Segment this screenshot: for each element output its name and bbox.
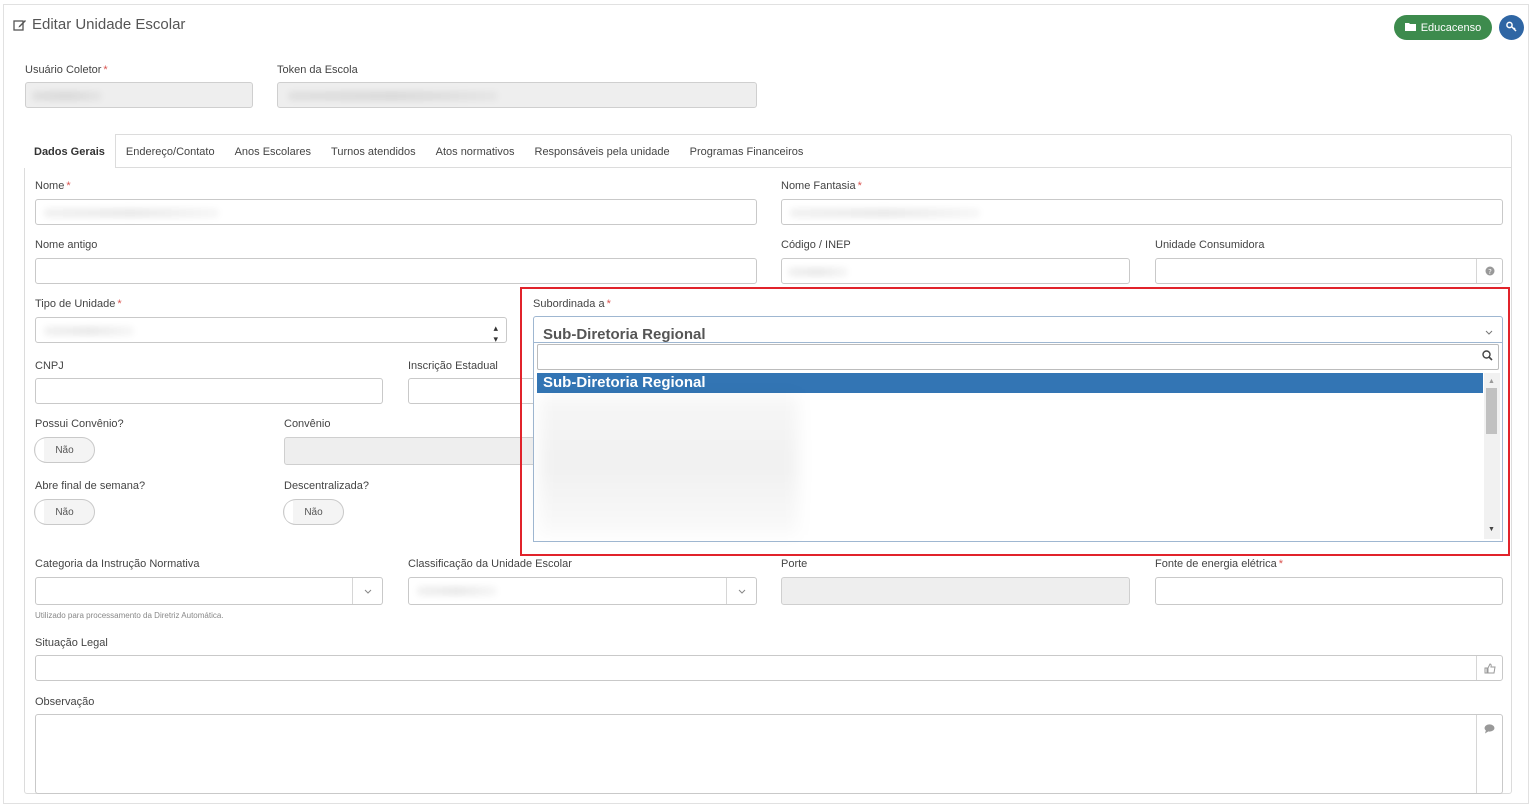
svg-text:?: ? [1488, 268, 1492, 276]
chevron-down-icon [726, 578, 756, 604]
nome-label: Nome * [35, 180, 71, 192]
situacao-legal-field[interactable] [35, 655, 1503, 681]
observacao-label: Observação [35, 696, 95, 708]
possui-convenio-label: Possui Convênio? [35, 418, 124, 430]
nome-fantasia-field[interactable] [781, 199, 1503, 225]
tab-turnos-atendidos[interactable]: Turnos atendidos [321, 134, 426, 168]
comment-icon[interactable] [1476, 715, 1502, 793]
classificacao-select[interactable] [408, 577, 757, 605]
tab-bar: Dados Gerais Endereço/Contato Anos Escol… [24, 134, 813, 168]
tipo-unidade-select[interactable]: ▴ ▾ [35, 317, 507, 344]
inscricao-estadual-label: Inscrição Estadual [408, 360, 498, 372]
thumbs-up-icon[interactable] [1476, 656, 1502, 680]
categoria-hint: Utilizado para processamento da Diretriz… [35, 611, 224, 620]
usuario-coletor-field[interactable] [25, 82, 253, 108]
unidade-consumidora-field[interactable]: ? [1155, 258, 1503, 284]
tab-anos-escolares[interactable]: Anos Escolares [225, 134, 321, 168]
help-icon[interactable]: ? [1476, 259, 1502, 283]
descentralizada-toggle[interactable]: Não [283, 499, 344, 525]
descentralizada-label: Descentralizada? [284, 480, 369, 492]
token-escola-field[interactable] [277, 82, 757, 108]
observacao-textarea[interactable] [35, 714, 1503, 794]
convenio-label: Convênio [284, 418, 331, 430]
nome-antigo-field[interactable] [35, 258, 757, 284]
usuario-coletor-label: Usuário Coletor * [25, 64, 108, 76]
nome-fantasia-label: Nome Fantasia * [781, 180, 862, 192]
fonte-energia-field[interactable] [1155, 577, 1503, 605]
porte-label: Porte [781, 558, 808, 570]
highlight-box [520, 287, 1510, 556]
educacenso-button[interactable]: Educacenso [1394, 15, 1492, 40]
fonte-energia-label: Fonte de energia elétrica * [1155, 558, 1283, 570]
chevron-down-icon [352, 578, 382, 604]
codigo-inep-field[interactable] [781, 258, 1130, 284]
situacao-legal-label: Situação Legal [35, 637, 108, 649]
edit-icon [13, 18, 27, 32]
tab-atos-normativos[interactable]: Atos normativos [426, 134, 525, 168]
token-escola-label: Token da Escola [277, 64, 358, 76]
nome-field[interactable] [35, 199, 757, 225]
porte-field[interactable] [781, 577, 1130, 605]
updown-arrow-icon: ▴ ▾ [493, 323, 498, 344]
cnpj-label: CNPJ [35, 360, 64, 372]
categoria-select[interactable] [35, 577, 383, 605]
tipo-unidade-label: Tipo de Unidade * [35, 298, 122, 310]
categoria-label: Categoria da Instrução Normativa [35, 558, 200, 570]
tab-programas-financeiros[interactable]: Programas Financeiros [680, 134, 814, 168]
tab-responsaveis[interactable]: Responsáveis pela unidade [525, 134, 680, 168]
inscricao-estadual-field[interactable] [408, 378, 538, 404]
tab-dados-gerais[interactable]: Dados Gerais [24, 134, 116, 168]
key-icon [1506, 20, 1517, 35]
possui-convenio-toggle[interactable]: Não [34, 437, 95, 463]
abre-final-semana-toggle[interactable]: Não [34, 499, 95, 525]
unidade-consumidora-label: Unidade Consumidora [1155, 239, 1265, 251]
folder-icon [1404, 22, 1416, 34]
key-button[interactable] [1499, 15, 1524, 40]
tab-endereco-contato[interactable]: Endereço/Contato [116, 134, 225, 168]
abre-final-semana-label: Abre final de semana? [35, 480, 146, 492]
convenio-field[interactable] [284, 437, 538, 465]
classificacao-label: Classificação da Unidade Escolar [408, 558, 572, 570]
nome-antigo-label: Nome antigo [35, 239, 98, 251]
page-title: Editar Unidade Escolar [13, 16, 185, 33]
codigo-inep-label: Código / INEP [781, 239, 851, 251]
cnpj-field[interactable] [35, 378, 383, 404]
